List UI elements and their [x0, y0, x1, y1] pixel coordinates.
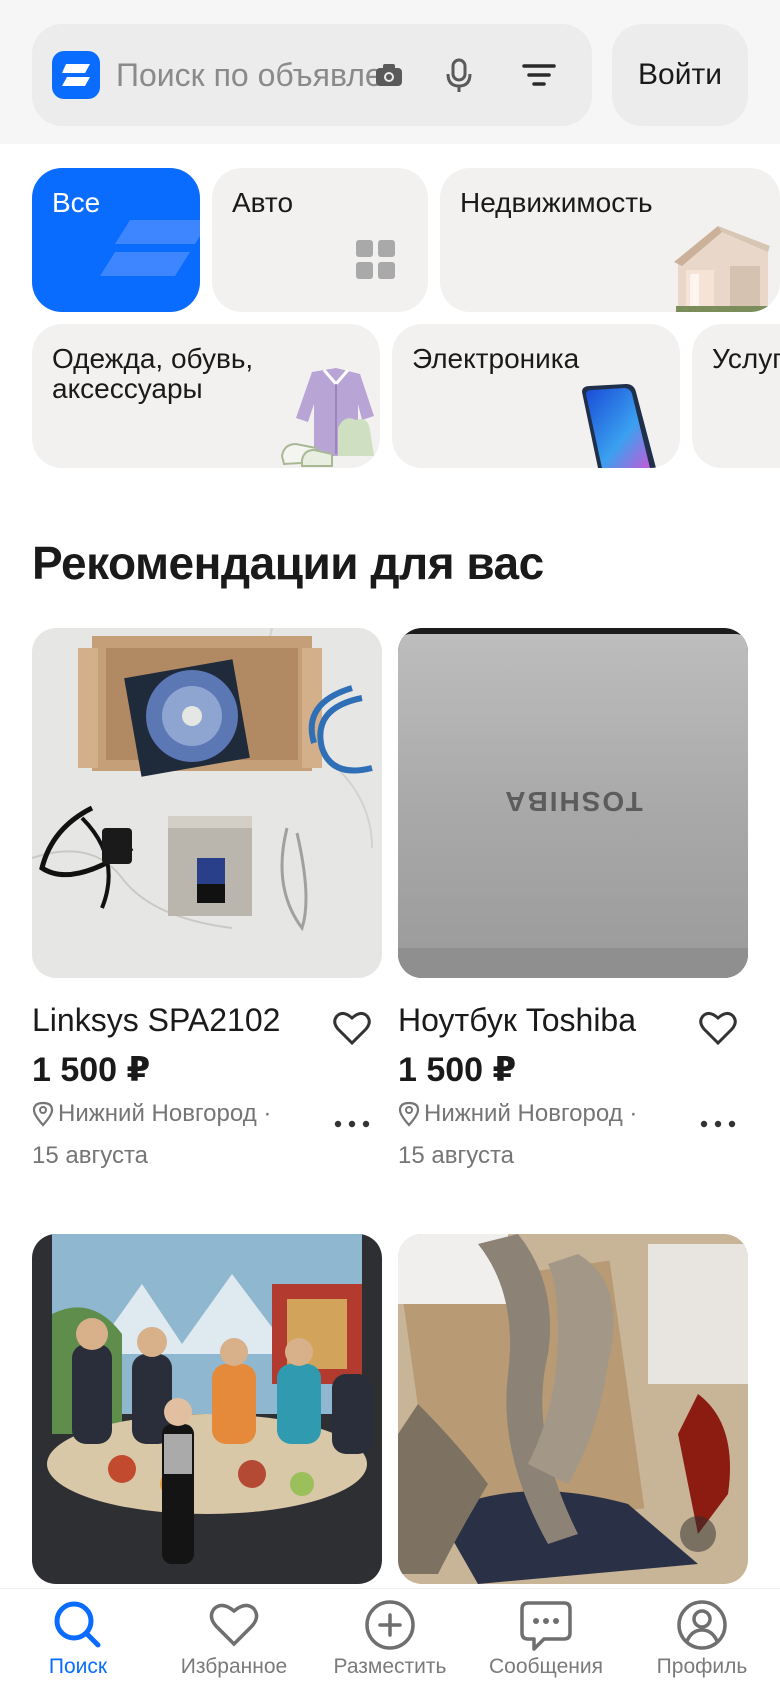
listing-photo[interactable]	[32, 1234, 382, 1584]
listing-location-row: Нижний Новгород ·	[32, 1098, 271, 1130]
phone-image	[582, 384, 656, 468]
listing-card[interactable]	[32, 1234, 382, 1584]
location-pin-icon	[398, 1101, 420, 1127]
app-logo-icon	[52, 51, 100, 99]
listing-title[interactable]: Linksys SPA2102	[32, 1002, 280, 1039]
category-electronics[interactable]: Электроника	[392, 324, 680, 468]
bottom-navigation: Поиск Избранное Разместить Сообщения Про…	[0, 1588, 780, 1688]
favorite-heart-icon[interactable]	[696, 1006, 740, 1050]
laptop-brand-text: TOSHIBA	[503, 786, 643, 817]
listing-location-row: Нижний Новгород ·	[398, 1098, 637, 1130]
listing-card[interactable]	[398, 1234, 748, 1584]
camera-icon[interactable]	[368, 54, 410, 96]
filter-icon[interactable]	[518, 54, 560, 96]
category-realty[interactable]: Недвижимость	[440, 168, 780, 312]
more-options-icon[interactable]	[330, 1114, 374, 1134]
nav-post-ad[interactable]: Разместить	[312, 1589, 468, 1688]
grid-icon	[356, 240, 395, 279]
search-bar[interactable]	[32, 24, 592, 126]
listing-photo[interactable]	[32, 628, 382, 978]
category-label: Авто	[232, 187, 294, 218]
profile-icon	[677, 1600, 727, 1650]
category-label: Одежда, обувь, аксессуары	[52, 343, 254, 404]
nav-search[interactable]: Поиск	[0, 1589, 156, 1688]
listing-date: 15 августа	[32, 1142, 149, 1169]
brand-logo-icon	[100, 220, 200, 276]
category-auto[interactable]: Авто	[212, 168, 428, 312]
chat-icon	[520, 1601, 572, 1651]
plus-circle-icon	[365, 1600, 415, 1650]
nav-messages[interactable]: Сообщения	[468, 1589, 624, 1688]
nav-label: Избранное	[180, 1655, 288, 1678]
listing-card[interactable]: TOSHIBA Ноутбук Toshiba 1 500 ₽ Нижний Н…	[398, 628, 748, 1188]
listing-photo[interactable]	[398, 1234, 748, 1584]
microphone-icon[interactable]	[438, 54, 480, 96]
search-icon	[54, 1601, 101, 1648]
category-all[interactable]: Все	[32, 168, 200, 312]
nav-label: Профиль	[656, 1655, 748, 1678]
listing-location: Нижний Новгород ·	[58, 1100, 272, 1127]
listing-title[interactable]: Ноутбук Toshiba	[398, 1002, 636, 1039]
category-services[interactable]: Услуги	[692, 324, 780, 468]
recommendations-title: Рекомендации для вас	[32, 537, 544, 589]
listing-price: 1 500 ₽	[32, 1051, 151, 1089]
listing-date: 15 августа	[398, 1142, 515, 1169]
more-options-icon[interactable]	[696, 1114, 740, 1134]
category-label: Услуги	[712, 343, 780, 374]
category-label: Электроника	[412, 343, 580, 374]
clothes-image	[280, 368, 374, 467]
nav-label: Поиск	[48, 1655, 108, 1678]
listing-card[interactable]: Linksys SPA2102 1 500 ₽ Нижний Новгород …	[32, 628, 382, 1188]
nav-label: Сообщения	[489, 1655, 603, 1678]
nav-favorites[interactable]: Избранное	[156, 1589, 312, 1688]
listing-location: Нижний Новгород ·	[424, 1100, 638, 1127]
house-image	[674, 226, 770, 312]
search-input[interactable]	[116, 52, 378, 98]
nav-profile[interactable]: Профиль	[624, 1589, 780, 1688]
location-pin-icon	[32, 1101, 54, 1127]
listing-photo[interactable]: TOSHIBA	[398, 628, 748, 978]
nav-label: Разместить	[333, 1655, 447, 1678]
listing-price: 1 500 ₽	[398, 1051, 517, 1089]
category-label: Недвижимость	[460, 187, 653, 218]
favorite-heart-icon[interactable]	[330, 1006, 374, 1050]
login-button[interactable]: Войти	[612, 24, 748, 126]
category-clothes[interactable]: Одежда, обувь, аксессуары	[32, 324, 380, 468]
heart-icon	[209, 1603, 259, 1647]
top-bar: Войти	[0, 0, 780, 144]
